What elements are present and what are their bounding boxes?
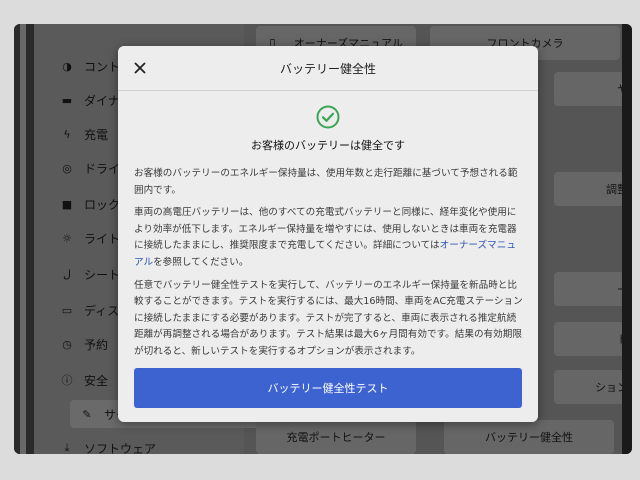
sidebar-item-controls[interactable]: ◑ コント — [60, 52, 120, 80]
close-button[interactable] — [128, 56, 152, 80]
right-tile-4[interactable]: ト — [554, 322, 632, 356]
right-tile-2[interactable]: 調整 — [554, 172, 632, 206]
lock-icon: ■ — [61, 197, 73, 211]
sidebar-item-locks[interactable]: ■ ロック — [60, 190, 120, 218]
dialog-title: バッテリー健全性 — [279, 61, 376, 76]
sidebar-item-schedule[interactable]: ◷ 予約 — [60, 330, 108, 358]
wrench-icon: ✎ — [82, 407, 92, 421]
status-text: お客様のバッテリーは健全です — [251, 139, 405, 152]
sidebar-item-charging[interactable]: ϟ 充電 — [60, 120, 108, 148]
dialog-body: お客様のバッテリーのエネルギー保持量は、使用年数と走行距離に基づいて予想される範… — [134, 166, 524, 367]
right-tile-1[interactable]: ヤ — [554, 72, 632, 106]
paragraph-3: 任意でバッテリー健全性テストを実行して、バッテリーのエネルギー保持量を新品時と比… — [134, 279, 523, 357]
clock-icon: ◷ — [62, 337, 72, 351]
seat-icon: ل — [63, 267, 71, 281]
info-icon: ⓘ — [61, 374, 73, 387]
sidebar-item-safety[interactable]: ⓘ 安全 — [60, 366, 109, 394]
charge-port-heater-tile[interactable]: 充電ポートヒーター — [256, 420, 416, 454]
right-tile-5[interactable]: ション — [554, 370, 632, 404]
sidebar-item-dynamics[interactable]: ▬ ダイナ — [60, 86, 120, 114]
sidebar-item-display[interactable]: ▭ ディス — [60, 296, 119, 324]
paragraph-2: 車両の高電圧バッテリーは、他のすべての充電式バッテリーと同様に、経年変化や使用に… — [134, 207, 517, 268]
battery-health-dialog: バッテリー健全性 お客様のバッテリーは健全です お客様のバッテリーのエネルギー保… — [118, 46, 538, 422]
bolt-icon: ϟ — [63, 127, 71, 141]
screen-edge — [622, 24, 632, 454]
right-tile-3[interactable]: ー — [554, 272, 632, 306]
sidebar-item-autopilot[interactable]: ◎ ドライ — [60, 154, 120, 182]
check-circle-icon — [316, 105, 340, 129]
paragraph-1: お客様のバッテリーのエネルギー保持量は、使用年数と走行距離に基づいて予想される範… — [134, 168, 518, 196]
car-icon: ▬ — [61, 93, 73, 107]
close-icon — [134, 62, 146, 74]
dialog-header: バッテリー健全性 — [118, 46, 538, 91]
sidebar-item-seats[interactable]: ل シート — [60, 260, 120, 288]
download-icon: ⤓ — [64, 441, 70, 454]
screen-bezel — [14, 24, 34, 454]
sidebar-item-software[interactable]: ⤓ ソフトウェア — [60, 434, 156, 454]
battery-health-test-button[interactable]: バッテリー健全性テスト — [134, 368, 522, 408]
steering-wheel-icon: ◎ — [62, 161, 72, 175]
sidebar-item-lights[interactable]: ☼ ライト — [60, 224, 120, 252]
light-icon: ☼ — [62, 231, 72, 245]
battery-health-tile[interactable]: バッテリー健全性 — [444, 420, 614, 454]
health-status: お客様のバッテリーは健全です — [118, 105, 538, 153]
display-icon: ▭ — [61, 303, 73, 317]
toggle-icon: ◑ — [62, 59, 72, 73]
